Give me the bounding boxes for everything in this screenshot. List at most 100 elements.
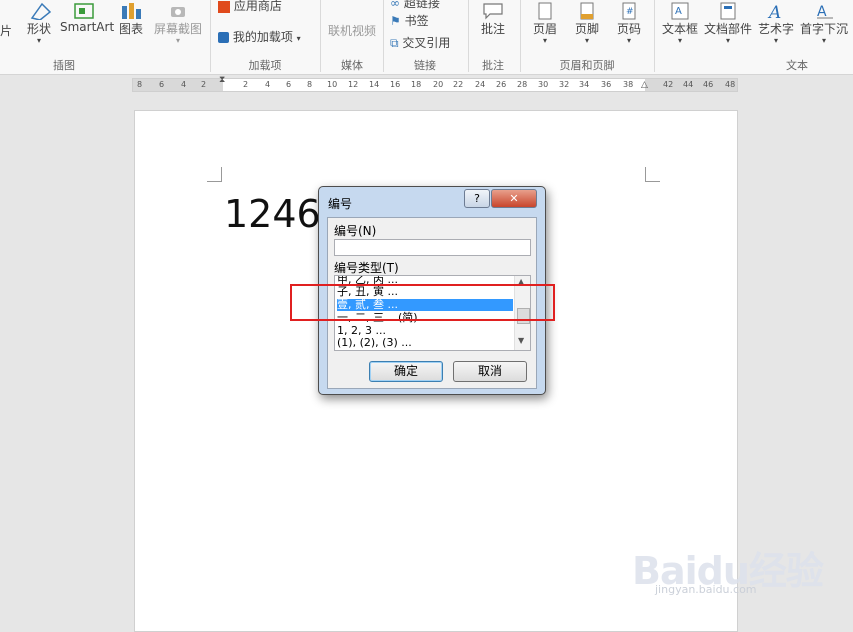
store-icon [218,0,230,13]
wordart-button[interactable]: A 艺术字 ▾ [756,2,796,45]
annotation-highlight-box [290,284,555,321]
comment-icon [483,3,503,20]
group-label-addins: 加载项 [248,59,282,72]
textbox-button[interactable]: A 文本框 ▾ [660,2,700,45]
ruler-tick: 46 [703,80,714,89]
dialog-titlebar[interactable]: 编号 ? ✕ [319,187,545,213]
shapes-button[interactable]: 形状 ▾ [22,2,56,45]
ruler-tick: 18 [411,80,422,89]
ruler-tick: 32 [559,80,570,89]
close-icon: ✕ [509,192,519,205]
cancel-button[interactable]: 取消 [453,361,527,382]
svg-text:A: A [767,3,781,20]
group-label-comments: 批注 [482,59,504,72]
dropdown-arrow-icon: ▾ [821,36,826,45]
ruler-tick: 26 [496,80,507,89]
my-addins-button[interactable]: 我的加载项 ▾ [218,28,301,45]
divider [320,0,321,72]
ruler-tick: 8 [307,80,313,89]
header-button[interactable]: 页眉 ▾ [528,2,562,45]
page-number-icon: # [622,2,636,20]
bookmark-button[interactable]: ⚑ 书签 [390,12,429,29]
divider [468,0,469,72]
right-indent-marker-icon[interactable]: △ [641,80,648,90]
header-icon [538,2,552,20]
store-button[interactable]: 应用商店 [218,0,282,14]
chart-button[interactable]: 图表 [116,2,146,37]
number-type-option[interactable]: 1, 2, 3 ... [337,325,513,337]
ruler-tick: 42 [663,80,674,89]
dropdown-arrow-icon: ▾ [773,36,778,45]
shapes-icon [30,2,52,20]
footer-icon [580,2,594,20]
help-icon: ? [474,192,480,205]
crop-mark [645,167,660,182]
help-button[interactable]: ? [464,189,490,208]
page-number-button[interactable]: # 页码 ▾ [612,2,646,45]
group-label-text: 文本 [786,59,808,72]
ruler-tick: 36 [601,80,612,89]
ruler-tick: 8 [137,80,143,89]
hyperlink-button[interactable]: ∞ 超链接 [390,0,440,11]
footer-button[interactable]: 页脚 ▾ [570,2,604,45]
ruler-tick: 10 [327,80,338,89]
dropdown-arrow-icon: ▾ [296,34,301,43]
quick-parts-button[interactable]: 文档部件 ▾ [702,2,754,45]
drop-cap-button[interactable]: A 首字下沉 ▾ [798,2,850,45]
group-label-media: 媒体 [341,59,363,72]
scroll-down-icon[interactable]: ▼ [518,336,524,345]
comment-button[interactable]: 批注 [476,2,510,37]
dropdown-arrow-icon: ▾ [677,36,682,45]
ruler-tick: 14 [369,80,380,89]
dropdown-arrow-icon: ▾ [175,36,180,45]
divider [654,0,655,72]
ruler-tick: 2 [201,80,207,89]
ruler-tick: 48 [725,80,736,89]
online-video-button[interactable]: 联机视频 [327,2,377,38]
close-button[interactable]: ✕ [491,189,537,208]
divider [210,0,211,72]
group-label-header-footer: 页眉和页脚 [559,59,615,72]
ruler-tick: 28 [517,80,528,89]
ruler-tick: 20 [433,80,444,89]
indent-marker-icon[interactable]: ⧗ [219,75,225,85]
ruler-tick: 4 [265,80,271,89]
dialog-title: 编号 [328,197,353,211]
ruler-tick: 38 [623,80,634,89]
number-type-option[interactable]: (1), (2), (3) ... [337,337,513,349]
svg-text:A: A [675,6,682,17]
divider [383,0,384,72]
wordart-icon: A [767,3,781,20]
divider [520,0,521,72]
dropdown-arrow-icon: ▾ [584,36,589,45]
horizontal-ruler[interactable]: ⧗ △ 8 6 4 2 2 4 6 8 10 12 14 16 18 20 22 24 26 28 30 32 34 36… [132,75,738,92]
group-label-links: 链接 [414,59,436,72]
pictures-button[interactable]: 片 [0,2,14,38]
ruler-tick: 2 [243,80,249,89]
dropdown-arrow-icon: ▾ [626,36,631,45]
cross-reference-button[interactable]: ⧉ 交叉引用 [390,34,450,51]
ruler-tick: 6 [159,80,165,89]
ruler-tick: 4 [181,80,187,89]
ruler-tick: 6 [286,80,292,89]
smartart-icon [74,3,94,19]
ruler-margin-left [133,79,223,91]
ok-button[interactable]: 确定 [369,361,443,382]
dropdown-arrow-icon: ▾ [542,36,547,45]
cross-reference-icon: ⧉ [390,36,399,50]
dropdown-arrow-icon: ▾ [725,36,730,45]
ruler-tick: 34 [579,80,590,89]
crop-mark [207,167,222,182]
addins-icon [218,32,229,43]
dropdown-arrow-icon: ▾ [36,36,41,45]
ruler-tick: 22 [453,80,464,89]
bookmark-icon: ⚑ [390,14,401,28]
screenshot-button[interactable]: 屏幕截图 ▾ [152,2,204,45]
smartart-button[interactable]: SmartArt [60,2,114,34]
textbox-icon: A [671,2,689,20]
number-type-label: 编号类型(T) [334,261,399,275]
ruler-tick: 12 [348,80,359,89]
number-input[interactable] [334,239,531,256]
group-label-illustrations: 插图 [53,59,75,72]
video-icon [342,2,362,18]
